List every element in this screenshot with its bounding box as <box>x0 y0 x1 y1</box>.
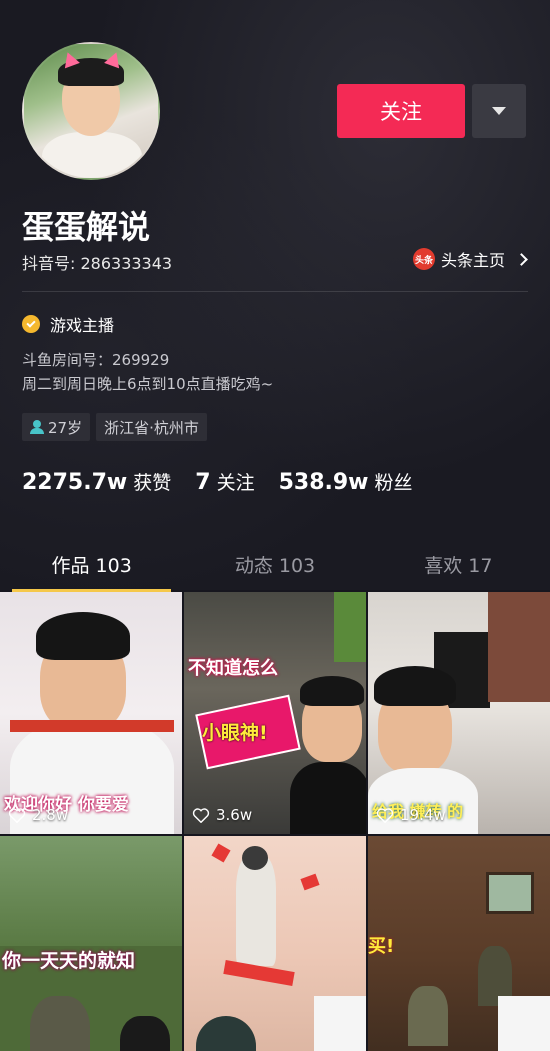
toutiao-homepage-link[interactable]: 头条 头条主页 <box>412 247 528 271</box>
location-tag: 浙江省·杭州市 <box>96 413 207 441</box>
verified-check-icon <box>22 315 40 333</box>
likes-stat[interactable]: 2275.7w 获赞 <box>22 468 171 495</box>
toutiao-logo-icon: 头条 <box>412 248 435 270</box>
person-icon <box>30 420 44 434</box>
heart-icon <box>8 808 26 823</box>
video-likes: 19.4w <box>376 806 446 824</box>
tab-likes[interactable]: 喜欢 17 <box>367 536 550 592</box>
video-likes: 3.6w <box>192 806 252 824</box>
divider <box>22 291 528 292</box>
video-thumbnail[interactable] <box>184 836 366 1051</box>
video-thumbnail[interactable]: 欢迎你好 你要爱 2.8w <box>0 592 182 834</box>
video-thumbnail[interactable]: 给我 嫌转 的 19.4w <box>368 592 550 834</box>
video-thumbnail[interactable]: 不知道怎么 小眼神! 3.6w <box>184 592 366 834</box>
followers-stat[interactable]: 538.9w 粉丝 <box>279 468 413 495</box>
bio-line-1: 斗鱼房间号：269929 <box>22 351 170 369</box>
follow-button[interactable]: 关注 <box>337 84 465 138</box>
tab-posts[interactable]: 动态 103 <box>183 536 366 592</box>
profile-tags: 27岁 浙江省·杭州市 <box>22 413 207 441</box>
video-caption-2: 小眼神! <box>202 722 268 744</box>
heart-icon <box>192 808 210 823</box>
video-grid: 欢迎你好 你要爱 2.8w 不知道怎么 小眼神! 3.6w 给我 嫌转 的 19… <box>0 592 550 1051</box>
bio: 斗鱼房间号：269929 周二到周日晚上6点到10点直播吃鸡~ <box>22 348 273 396</box>
avatar[interactable] <box>22 42 160 180</box>
video-caption: 你一天天的就知 <box>2 950 136 972</box>
bio-line-2: 周二到周日晚上6点到10点直播吃鸡~ <box>22 375 274 393</box>
douyin-id: 抖音号: 286333343 <box>22 254 173 273</box>
caret-down-icon <box>492 107 506 115</box>
nickname: 蛋蛋解说 <box>22 208 151 246</box>
heart-icon <box>376 808 394 823</box>
verified-label: 游戏主播 <box>50 316 115 335</box>
content-tabs: 作品 103 动态 103 喜欢 17 <box>0 536 550 592</box>
more-options-button[interactable] <box>472 84 526 138</box>
video-caption: 买! <box>368 936 395 957</box>
video-caption: 不知道怎么 <box>188 658 278 679</box>
following-stat[interactable]: 7 关注 <box>195 468 254 495</box>
tab-works[interactable]: 作品 103 <box>0 536 183 592</box>
toutiao-link-label: 头条主页 <box>440 251 505 270</box>
profile-stats: 2275.7w 获赞 7 关注 538.9w 粉丝 <box>22 468 413 495</box>
video-thumbnail[interactable]: 你一天天的就知 <box>0 836 182 1051</box>
video-likes: 2.8w <box>8 806 68 824</box>
age-tag: 27岁 <box>22 413 91 441</box>
chevron-right-icon <box>515 252 528 266</box>
video-thumbnail[interactable]: 买! <box>368 836 550 1051</box>
verified-badge: 游戏主播 <box>22 312 114 336</box>
